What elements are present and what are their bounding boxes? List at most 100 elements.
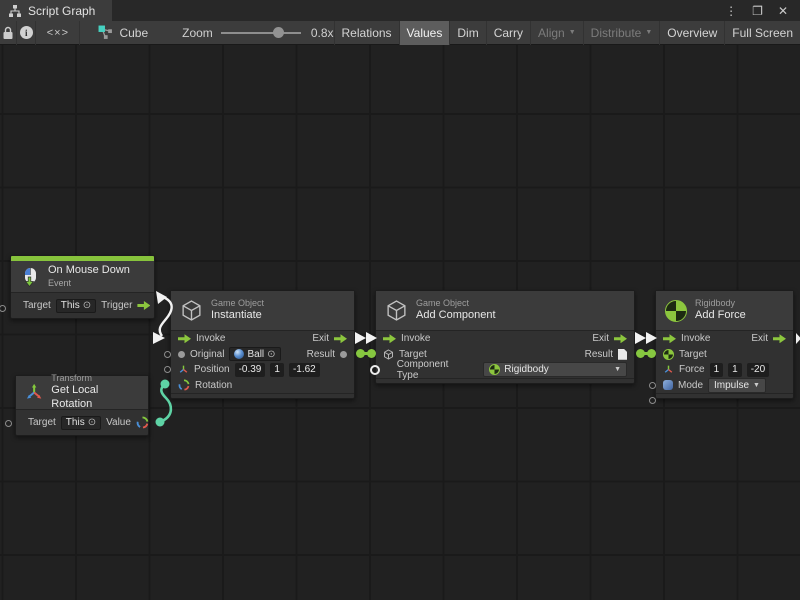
node-instantiate[interactable]: Game Object Instantiate Invoke Exit Orig… xyxy=(170,290,355,399)
chevron-down-icon: ▼ xyxy=(614,366,621,373)
zoom-slider[interactable] xyxy=(221,32,301,34)
node-on-mouse-down[interactable]: On Mouse Down Event Target This ⊙ Trigge… xyxy=(10,255,155,319)
relations-button[interactable]: Relations xyxy=(334,21,399,45)
flow-connection-instantiate-to-addcomponent[interactable] xyxy=(355,332,377,344)
flow-port-trigger-out[interactable] xyxy=(156,291,167,304)
maximize-icon[interactable]: ❐ xyxy=(752,4,763,18)
value-port-rotation-out[interactable] xyxy=(156,418,165,427)
lock-button[interactable] xyxy=(0,21,17,45)
port-row-invoke: Invoke Exit xyxy=(656,331,793,347)
flow-connection-addcomponent-to-addforce[interactable] xyxy=(635,332,657,344)
target-input-port[interactable] xyxy=(0,305,6,312)
toolbar-buttons: Relations Values Dim Carry Align ▼ Distr… xyxy=(334,21,800,45)
mode-input-port[interactable] xyxy=(649,397,656,404)
object-port-icon xyxy=(178,351,185,358)
force-mode-dropdown[interactable]: Impulse ▼ xyxy=(708,378,766,393)
flow-arrow-icon[interactable] xyxy=(334,334,347,343)
node-add-force[interactable]: Rigidbody Add Force Invoke Exit Target xyxy=(655,290,794,399)
object-picker-icon[interactable]: ⊙ xyxy=(83,300,91,311)
position-z-field[interactable]: -1.62 xyxy=(289,363,320,377)
port-row-original: Original Ball ⊙ Result xyxy=(171,347,354,363)
zoom-label: Zoom xyxy=(182,26,213,40)
tab-label: Script Graph xyxy=(28,4,95,18)
flow-out-port[interactable] xyxy=(355,332,366,344)
exit-port-label: Exit xyxy=(751,333,768,344)
close-icon[interactable]: ✕ xyxy=(778,4,788,18)
tab-script-graph[interactable]: Script Graph xyxy=(0,0,112,21)
flow-in-port[interactable] xyxy=(366,332,377,344)
menu-icon[interactable]: ⋮ xyxy=(725,4,737,18)
target-value-chip[interactable]: This ⊙ xyxy=(61,416,101,430)
original-input-port[interactable] xyxy=(164,351,171,358)
position-x-field[interactable]: -0.39 xyxy=(235,363,266,377)
dim-button[interactable]: Dim xyxy=(449,21,485,45)
carry-button[interactable]: Carry xyxy=(486,21,530,45)
object-picker-icon[interactable]: ⊙ xyxy=(88,417,96,428)
flow-out-port-clipped[interactable] xyxy=(796,333,800,344)
chevron-down-icon: ▼ xyxy=(645,29,652,36)
flow-arrow-icon[interactable] xyxy=(773,334,786,343)
flow-arrow-icon[interactable] xyxy=(137,301,150,310)
zoom-slider-handle[interactable] xyxy=(273,27,284,38)
result-port-icon[interactable] xyxy=(340,351,347,358)
invoke-port-label: Invoke xyxy=(681,333,710,344)
align-button[interactable]: Align ▼ xyxy=(530,21,583,45)
flow-arrow-icon[interactable] xyxy=(663,334,676,343)
value-port-rotation-in[interactable] xyxy=(161,380,170,389)
node-header[interactable]: On Mouse Down Event xyxy=(11,261,154,293)
node-get-local-rotation[interactable]: Transform Get Local Rotation Target This… xyxy=(15,375,149,436)
value-in-port[interactable] xyxy=(367,349,376,358)
port-row-invoke: Invoke Exit xyxy=(171,331,354,347)
mode-port-label: Mode xyxy=(678,380,703,391)
object-picker-icon[interactable]: ⊙ xyxy=(267,349,275,360)
inspect-button[interactable]: i xyxy=(17,21,36,45)
distribute-button[interactable]: Distribute ▼ xyxy=(583,21,660,45)
full-screen-button[interactable]: Full Screen xyxy=(724,21,800,45)
node-header[interactable]: Game Object Add Component xyxy=(376,291,634,331)
game-object-icon xyxy=(383,349,394,360)
force-x-field[interactable]: 1 xyxy=(710,363,724,377)
script-graph-window: Script Graph ⋮ ❐ ✕ i <×> xyxy=(0,0,800,600)
graph-canvas[interactable]: On Mouse Down Event Target This ⊙ Trigge… xyxy=(0,45,800,600)
value-connection-result-to-target[interactable] xyxy=(636,349,656,358)
value-connection-result-to-target[interactable] xyxy=(356,349,376,358)
original-value-chip[interactable]: Ball ⊙ xyxy=(229,347,280,361)
overview-button[interactable]: Overview xyxy=(659,21,724,45)
flow-arrow-icon[interactable] xyxy=(614,334,627,343)
flow-port-invoke-in[interactable] xyxy=(153,332,165,344)
node-header[interactable]: Transform Get Local Rotation xyxy=(16,376,148,410)
position-input-port[interactable] xyxy=(164,366,171,373)
component-type-port-label: Component Type xyxy=(397,359,471,381)
force-mode-enum-icon xyxy=(663,380,673,390)
component-type-dropdown[interactable]: Rigidbody ▼ xyxy=(483,362,627,377)
force-z-field[interactable]: -20 xyxy=(747,363,769,377)
rotation-icon xyxy=(136,416,149,429)
flow-out-port[interactable] xyxy=(635,332,646,344)
flow-arrow-icon[interactable] xyxy=(383,334,396,343)
target-input-port[interactable] xyxy=(5,420,12,427)
flow-arrow-icon[interactable] xyxy=(178,334,191,343)
node-header[interactable]: Game Object Instantiate xyxy=(171,291,354,331)
graph-breadcrumb[interactable]: Cube xyxy=(98,25,148,40)
target-value-chip[interactable]: This ⊙ xyxy=(56,299,96,313)
node-header[interactable]: Rigidbody Add Force xyxy=(656,291,793,331)
node-add-component[interactable]: Game Object Add Component Invoke Exit xyxy=(375,290,635,384)
component-type-input-port[interactable] xyxy=(370,365,380,375)
force-input-port[interactable] xyxy=(649,382,656,389)
flow-in-port[interactable] xyxy=(646,332,657,344)
position-y-field[interactable]: 1 xyxy=(270,363,284,377)
transform-icon xyxy=(663,364,674,375)
force-y-field[interactable]: 1 xyxy=(728,363,742,377)
result-port-label: Result xyxy=(307,349,335,360)
node-title: Get Local Rotation xyxy=(51,384,139,412)
title-bar: Script Graph ⋮ ❐ ✕ xyxy=(0,0,800,21)
component-result-icon[interactable] xyxy=(618,349,627,360)
invoke-port-label: Invoke xyxy=(196,333,225,344)
code-view-button[interactable]: <×> xyxy=(36,21,80,45)
node-category: Transform xyxy=(51,373,139,384)
value-in-port[interactable] xyxy=(647,349,656,358)
lock-icon xyxy=(2,26,14,40)
values-button[interactable]: Values xyxy=(399,21,450,45)
node-title: On Mouse Down xyxy=(48,264,130,278)
target-port-label: Target xyxy=(679,349,707,360)
